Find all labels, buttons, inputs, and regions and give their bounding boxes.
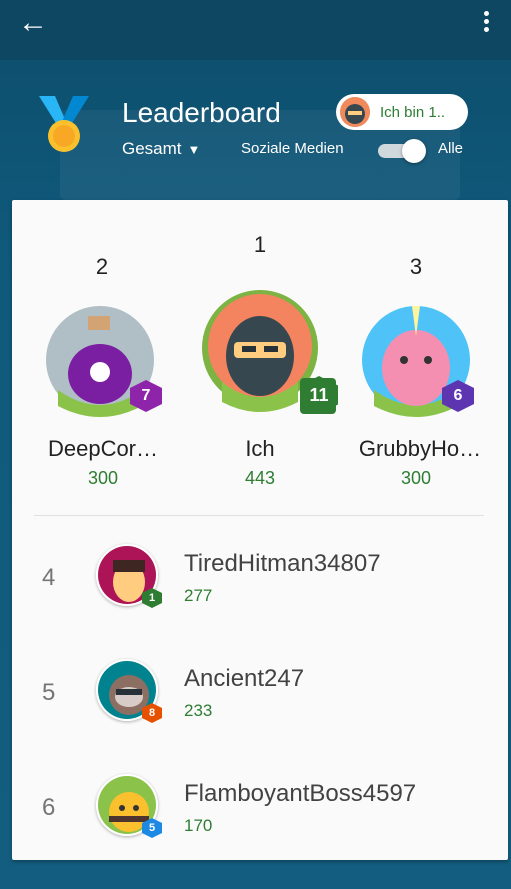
caret-down-icon: ▼ bbox=[187, 141, 201, 157]
rank-label: 4 bbox=[42, 564, 56, 591]
player-name: FlamboyantBoss4597 bbox=[184, 780, 417, 807]
top-app-bar: ← bbox=[0, 0, 511, 60]
divider bbox=[34, 515, 484, 516]
podium-score-3: 300 bbox=[400, 468, 432, 488]
rank-label: 5 bbox=[42, 679, 56, 706]
time-filter-dropdown[interactable]: Gesamt ▼ bbox=[122, 139, 200, 159]
me-chip-button[interactable]: Ich bin 1.. bbox=[336, 94, 468, 130]
player-name: Ancient247 bbox=[184, 665, 305, 692]
ninja-avatar-icon bbox=[340, 97, 370, 127]
podium-name-3: GrubbyHo… bbox=[358, 436, 482, 461]
podium-name-2: DeepCor… bbox=[47, 436, 159, 461]
list-item[interactable]: 6 5 FlamboyantBoss4597 170 bbox=[12, 764, 508, 864]
player-score: 170 bbox=[184, 816, 213, 835]
podium-score-1: 443 bbox=[244, 468, 276, 488]
player-score: 233 bbox=[184, 701, 213, 720]
podium-name-1: Ich bbox=[245, 436, 275, 461]
social-toggle[interactable] bbox=[378, 139, 430, 163]
page-title: Leaderboard bbox=[122, 97, 281, 128]
player-name: TiredHitman34807 bbox=[184, 550, 381, 577]
filter-label: Gesamt bbox=[122, 139, 182, 158]
me-chip-label: Ich bin 1.. bbox=[380, 103, 446, 121]
leaderboard-card: 1 11 Ich 443 2 7 DeepCor… 300 3 6 Grubby… bbox=[12, 200, 508, 860]
rank-label: 6 bbox=[42, 794, 56, 821]
podium-score-2: 300 bbox=[87, 468, 119, 488]
social-media-label: Soziale Medien bbox=[241, 140, 344, 157]
podium-rank-2: 2 bbox=[95, 254, 109, 279]
toggle-knob bbox=[402, 139, 426, 163]
podium-rank-1: 1 bbox=[253, 232, 267, 257]
back-arrow-icon[interactable]: ← bbox=[18, 6, 54, 42]
medal-icon bbox=[39, 96, 89, 152]
podium-rank-3: 3 bbox=[409, 254, 423, 279]
list-item[interactable]: 4 1 TiredHitman34807 277 bbox=[12, 534, 508, 634]
all-label: Alle bbox=[438, 140, 464, 157]
list-item[interactable]: 5 8 Ancient247 233 bbox=[12, 649, 508, 749]
player-score: 277 bbox=[184, 586, 213, 605]
overflow-menu-icon[interactable] bbox=[473, 8, 499, 38]
